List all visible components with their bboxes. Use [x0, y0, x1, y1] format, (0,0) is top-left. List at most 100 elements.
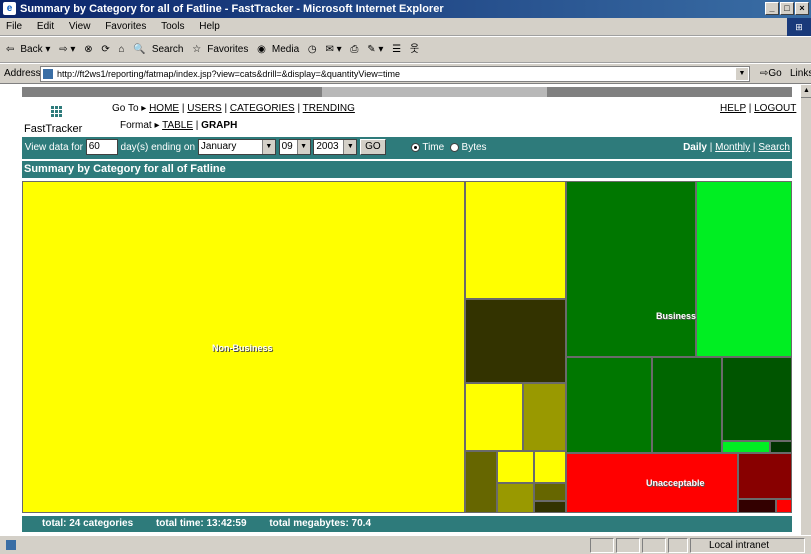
page-icon	[43, 69, 53, 79]
zone-label: Local intranet	[709, 540, 770, 551]
page-content: FastTracker Go To ▸ HOME | USERS | CATEG…	[0, 85, 800, 535]
nav-categories-link[interactable]: CATEGORIES	[230, 103, 295, 114]
radio-bytes[interactable]	[449, 142, 459, 152]
treemap-cell[interactable]	[738, 499, 776, 513]
nav-users-link[interactable]: USERS	[187, 103, 221, 114]
day-select[interactable]: 09 ▼	[278, 139, 311, 156]
address-dropdown-icon[interactable]: ▼	[736, 68, 748, 80]
treemap-cell[interactable]	[566, 357, 652, 453]
month-value: January	[200, 141, 237, 153]
treemap-cell[interactable]	[722, 441, 770, 453]
treemap-cell[interactable]	[465, 299, 566, 383]
menu-favorites[interactable]: Favorites	[99, 18, 152, 36]
back-button[interactable]: ⇦ Back ▾	[6, 37, 50, 63]
treemap-cell[interactable]	[497, 451, 534, 483]
business-label: Business	[656, 311, 697, 321]
treemap-cell[interactable]	[523, 383, 566, 451]
menu-view[interactable]: View	[63, 18, 97, 36]
treemap-cell[interactable]	[776, 499, 792, 513]
controls-bar: View data for 60 day(s) ending on Januar…	[22, 137, 792, 159]
treemap-cell-business[interactable]	[566, 181, 696, 357]
view-data-label: View data for	[24, 142, 83, 153]
page-status-icon	[6, 540, 16, 550]
total-categories: total: 24 categories	[42, 518, 134, 529]
vertical-scrollbar[interactable]: ▲	[800, 85, 811, 535]
goto-nav: Go To ▸ HOME | USERS | CATEGORIES | TREN…	[112, 103, 355, 114]
help-link[interactable]: HELP	[720, 103, 746, 114]
search-button[interactable]: 🔍 Search	[133, 37, 183, 63]
days-ending-label: day(s) ending on	[120, 142, 196, 153]
treemap-cell[interactable]	[534, 451, 566, 483]
total-megabytes: total megabytes: 70.4	[269, 518, 372, 529]
format-table-link[interactable]: TABLE	[162, 120, 193, 131]
links-button[interactable]: Links	[790, 64, 811, 84]
month-select[interactable]: January ▼	[197, 139, 276, 156]
radio-time[interactable]	[410, 142, 420, 152]
nav-home-link[interactable]: HOME	[149, 103, 179, 114]
refresh-icon[interactable]: ⟳	[101, 37, 109, 63]
days-input[interactable]: 60	[85, 139, 118, 156]
summary-footer: total: 24 categories total time: 13:42:5…	[22, 516, 792, 532]
ie-icon: e	[3, 2, 16, 15]
menu-help[interactable]: Help	[193, 18, 226, 36]
treemap-cell[interactable]	[465, 383, 523, 451]
history-icon[interactable]: ◷	[308, 37, 317, 63]
print-icon[interactable]: ⎙	[350, 37, 358, 63]
windows-logo-icon: ⊞	[787, 18, 811, 36]
menu-tools[interactable]: Tools	[155, 18, 190, 36]
toolbar: ⇦ Back ▾ ⇨ ▾ ⊗ ⟳ ⌂ 🔍 Search ☆ Favorites ◉ Me…	[0, 37, 811, 63]
category-treemap: Non-Business Business Unacceptable	[22, 181, 792, 513]
mail-icon[interactable]: ✉ ▾	[325, 37, 341, 63]
treemap-cell[interactable]	[738, 453, 792, 499]
day-dropdown-icon: ▼	[296, 140, 310, 155]
treemap-cell[interactable]	[696, 181, 792, 357]
header-strip	[22, 87, 792, 97]
window-title: Summary by Category for all of Fatline -…	[20, 3, 444, 15]
treemap-cell[interactable]	[465, 451, 497, 513]
maximize-button[interactable]: □	[780, 2, 794, 15]
media-button[interactable]: ◉ Media	[257, 37, 299, 63]
treemap-cell[interactable]	[534, 501, 566, 513]
treemap-cell[interactable]	[465, 181, 566, 299]
format-label: Format ▸	[120, 120, 160, 131]
forward-button[interactable]: ⇨ ▾	[59, 37, 75, 63]
nav-trending-link[interactable]: TRENDING	[303, 103, 355, 114]
discuss-icon[interactable]: ☰	[392, 37, 401, 63]
home-icon[interactable]: ⌂	[119, 37, 125, 63]
menu-edit[interactable]: Edit	[31, 18, 60, 36]
fasttracker-logo-icon	[51, 106, 62, 117]
format-nav: Format ▸ TABLE | GRAPH	[120, 120, 238, 131]
close-button[interactable]: ×	[795, 2, 809, 15]
go-submit-button[interactable]: GO	[360, 139, 386, 156]
search-link[interactable]: Search	[758, 142, 790, 153]
treemap-cell[interactable]	[652, 357, 722, 453]
go-button[interactable]: ⇨Go	[760, 64, 782, 84]
minimize-button[interactable]: _	[765, 2, 779, 15]
favorites-button[interactable]: ☆ Favorites	[192, 37, 248, 63]
address-url: http://ft2ws1/reporting/fatmap/index.jsp…	[57, 69, 401, 79]
address-input[interactable]: http://ft2ws1/reporting/fatmap/index.jsp…	[40, 66, 750, 82]
logout-link[interactable]: LOGOUT	[754, 103, 796, 114]
monthly-link[interactable]: Monthly	[715, 142, 750, 153]
year-dropdown-icon: ▼	[343, 140, 357, 155]
treemap-cell[interactable]	[534, 483, 566, 501]
stop-icon[interactable]: ⊗	[84, 37, 92, 63]
format-graph-current: GRAPH	[201, 120, 238, 131]
brand-name: FastTracker	[24, 123, 83, 135]
menu-file[interactable]: File	[0, 18, 28, 36]
year-select[interactable]: 2003 ▼	[313, 139, 358, 156]
period-links: Daily | Monthly | Search	[683, 142, 790, 153]
address-label: Address	[4, 68, 41, 79]
year-value: 2003	[316, 141, 339, 153]
search-label: Search	[151, 44, 184, 55]
treemap-cell[interactable]	[722, 357, 792, 441]
edit-icon[interactable]: ✎ ▾	[367, 37, 383, 63]
messenger-icon[interactable]: 웃	[410, 37, 419, 63]
treemap-cell[interactable]	[497, 483, 534, 513]
menu-bar: File Edit View Favorites Tools Help ⊞	[0, 18, 811, 36]
help-logout: HELP | LOGOUT	[720, 103, 797, 114]
daily-current: Daily	[683, 142, 707, 153]
favorites-label: Favorites	[207, 44, 249, 55]
scroll-up-icon[interactable]: ▲	[801, 85, 811, 98]
treemap-cell[interactable]	[770, 441, 792, 453]
